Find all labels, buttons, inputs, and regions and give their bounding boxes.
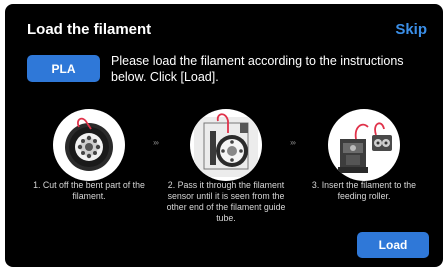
sensor-tube-icon bbox=[194, 113, 258, 177]
extruder-roller-icon bbox=[338, 122, 392, 173]
step-2-caption: 2. Pass it through the filament sensor u… bbox=[166, 180, 286, 223]
step-3-caption: 3. Insert the filament to the feeding ro… bbox=[311, 180, 417, 201]
load-button[interactable]: Load bbox=[357, 232, 429, 258]
load-filament-screen: Load the filament Skip PLA Please load t… bbox=[5, 4, 443, 267]
skip-button[interactable]: Skip bbox=[395, 21, 427, 38]
instruction-text: Please load the filament according to th… bbox=[111, 54, 404, 84]
step-arrow-1: ››› bbox=[153, 138, 159, 147]
step-2-image bbox=[190, 109, 262, 181]
filament-type-button[interactable]: PLA bbox=[27, 55, 100, 82]
page-title: Load the filament bbox=[27, 21, 152, 38]
spool-icon bbox=[65, 117, 113, 171]
step-1-image bbox=[53, 109, 125, 181]
step-1-caption: 1. Cut off the bent part of the filament… bbox=[33, 180, 145, 201]
step-3-image bbox=[328, 109, 400, 181]
step-arrow-2: ››› bbox=[290, 138, 296, 147]
